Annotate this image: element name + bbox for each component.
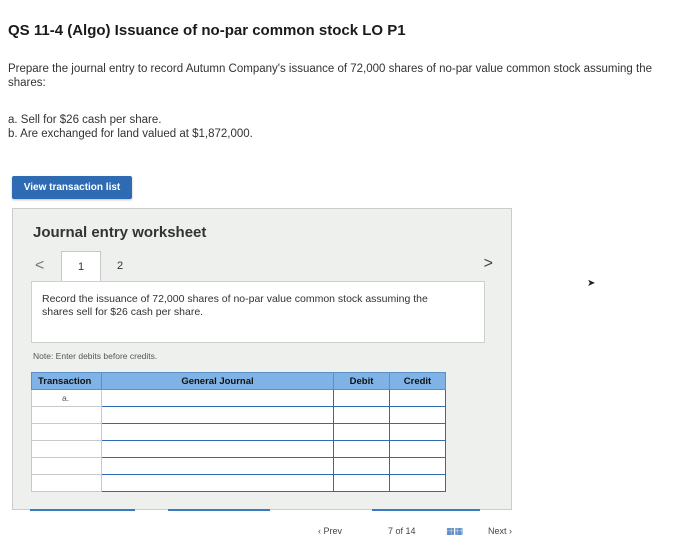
button-underline: [372, 509, 480, 511]
header-debit: Debit: [333, 372, 390, 390]
general-journal-input[interactable]: [101, 389, 334, 407]
next-button[interactable]: Next ›: [488, 526, 512, 536]
transaction-cell: [31, 457, 102, 475]
table-header-row: Transaction General Journal Debit Credit: [31, 372, 446, 390]
general-journal-input[interactable]: [101, 423, 334, 441]
table-row: a.: [31, 389, 446, 407]
debit-input[interactable]: [333, 457, 390, 475]
cursor-icon: ➤: [587, 278, 596, 289]
button-underline: [168, 509, 270, 511]
prev-button[interactable]: ‹ Prev: [318, 526, 342, 536]
transaction-cell: [31, 474, 102, 492]
chevron-left-icon[interactable]: <: [35, 257, 44, 275]
debit-input[interactable]: [333, 406, 390, 424]
credit-input[interactable]: [389, 389, 446, 407]
general-journal-input[interactable]: [101, 474, 334, 492]
general-journal-input[interactable]: [101, 440, 334, 458]
journal-table: Transaction General Journal Debit Credit…: [31, 372, 446, 492]
button-underline: [30, 509, 135, 511]
header-transaction: Transaction: [31, 372, 102, 390]
transaction-cell: [31, 440, 102, 458]
question-prompt: Prepare the journal entry to record Autu…: [8, 63, 652, 89]
page-title: QS 11-4 (Algo) Issuance of no-par common…: [8, 22, 406, 39]
note-text: Note: Enter debits before credits.: [33, 351, 158, 361]
debit-input[interactable]: [333, 440, 390, 458]
table-row: [31, 457, 446, 475]
credit-input[interactable]: [389, 440, 446, 458]
page-indicator: 7 of 14: [388, 526, 416, 536]
credit-input[interactable]: [389, 423, 446, 441]
table-row: [31, 474, 446, 492]
part-a: a. Sell for $26 cash per share.: [8, 114, 162, 126]
chevron-right-icon[interactable]: >: [484, 255, 493, 273]
table-row: [31, 423, 446, 441]
general-journal-input[interactable]: [101, 406, 334, 424]
credit-input[interactable]: [389, 406, 446, 424]
table-row: [31, 406, 446, 424]
instruction-text: Record the issuance of 72,000 shares of …: [42, 293, 428, 318]
header-general-journal: General Journal: [101, 372, 334, 390]
journal-entry-worksheet: Journal entry worksheet < 1 2 > Record t…: [12, 208, 512, 510]
table-row: [31, 440, 446, 458]
tab-1[interactable]: 1: [61, 251, 101, 282]
header-credit: Credit: [389, 372, 446, 390]
grid-icon[interactable]: ▦▦: [446, 526, 463, 537]
part-b: b. Are exchanged for land valued at $1,8…: [8, 128, 253, 140]
transaction-cell: a.: [31, 389, 102, 407]
debit-input[interactable]: [333, 474, 390, 492]
credit-input[interactable]: [389, 474, 446, 492]
view-transaction-list-button[interactable]: View transaction list: [12, 176, 132, 199]
instruction-box: Record the issuance of 72,000 shares of …: [31, 281, 485, 343]
debit-input[interactable]: [333, 389, 390, 407]
worksheet-heading: Journal entry worksheet: [33, 224, 207, 241]
credit-input[interactable]: [389, 457, 446, 475]
transaction-cell: [31, 423, 102, 441]
transaction-cell: [31, 406, 102, 424]
tab-2[interactable]: 2: [101, 251, 139, 281]
debit-input[interactable]: [333, 423, 390, 441]
general-journal-input[interactable]: [101, 457, 334, 475]
